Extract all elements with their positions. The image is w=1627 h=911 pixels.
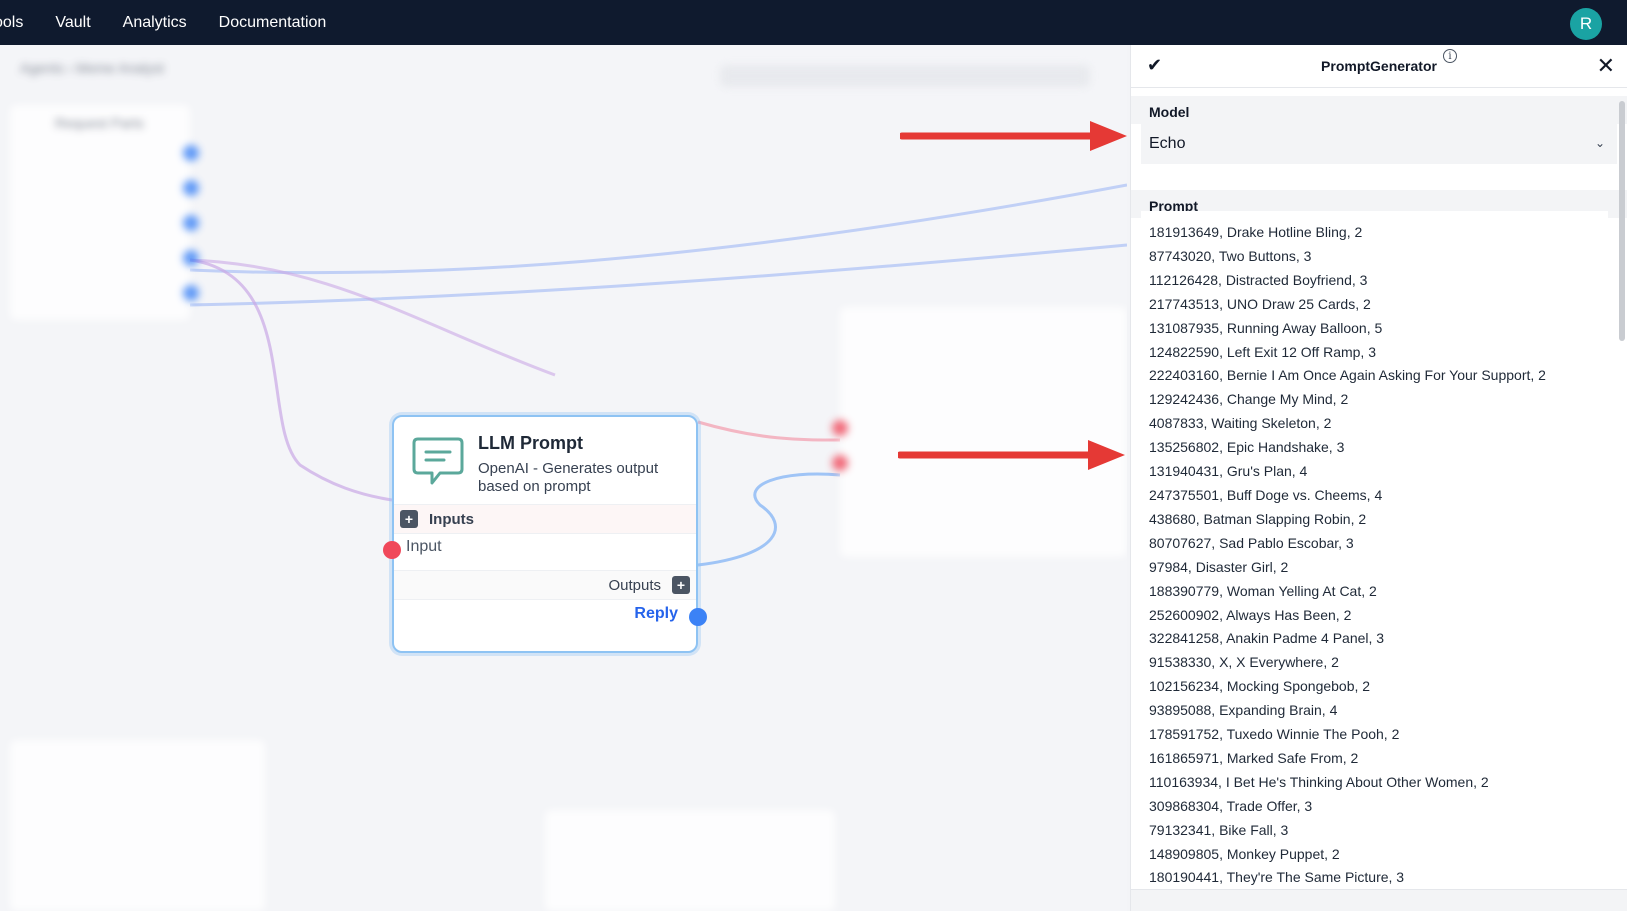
output-port-label: Reply xyxy=(634,605,678,622)
prompt-line: 252600902, Always Has Been, 2 xyxy=(1149,606,1352,623)
outputs-section: Outputs + xyxy=(394,570,696,600)
prompt-line: 93895088, Expanding Brain, 4 xyxy=(1149,702,1338,719)
llm-prompt-node[interactable]: LLM Prompt OpenAI - Generates output bas… xyxy=(383,415,707,653)
toolbar-blurred xyxy=(720,65,1090,87)
reply-port[interactable] xyxy=(689,608,707,626)
prompt-line: 110163934, I Bet He's Thinking About Oth… xyxy=(1149,773,1489,790)
prompt-line: 102156234, Mocking Spongebob, 2 xyxy=(1149,678,1371,695)
port-dot xyxy=(183,180,199,196)
prompt-line: 161865971, Marked Safe From, 2 xyxy=(1149,749,1359,766)
request-parts-blurred: Request Parts xyxy=(55,115,144,131)
prompt-line: 247375501, Buff Doge vs. Cheems, 4 xyxy=(1149,486,1383,503)
model-value: Echo xyxy=(1149,135,1186,152)
node-description: OpenAI - Generates output based on promp… xyxy=(478,460,659,495)
nav-item-analytics[interactable]: Analytics xyxy=(123,14,187,32)
chevron-down-icon: ⌄ xyxy=(1594,136,1605,150)
prompt-line: 124822590, Left Exit 12 Off Ramp, 3 xyxy=(1149,343,1377,360)
prompt-line: 79132341, Bike Fall, 3 xyxy=(1149,821,1289,838)
model-select[interactable]: Echo ⌄ xyxy=(1141,124,1617,164)
flow-canvas[interactable]: Agents › Meme Analyst Request Parts LLM … xyxy=(0,45,1127,911)
prompt-line: 217743513, UNO Draw 25 Cards, 2 xyxy=(1149,295,1371,312)
panel-header: ✔ PromptGenerator i ✕ xyxy=(1131,45,1627,88)
port-dot xyxy=(183,285,199,301)
api-endpoint-node-blurred xyxy=(10,740,265,911)
api-call-node-blurred xyxy=(545,810,835,911)
prompt-line: 135256802, Epic Handshake, 3 xyxy=(1149,439,1345,456)
prompt-line: 4087833, Waiting Skeleton, 2 xyxy=(1149,415,1332,432)
prompt-line: 131087935, Running Away Balloon, 5 xyxy=(1149,319,1383,336)
check-icon[interactable]: ✔ xyxy=(1147,55,1162,76)
outputs-label: Outputs xyxy=(608,576,661,594)
close-icon[interactable]: ✕ xyxy=(1597,53,1615,79)
port-dot xyxy=(832,455,848,471)
panel-footer xyxy=(1131,889,1627,911)
annotation-arrow xyxy=(898,440,1125,470)
prompt-line: 322841258, Anakin Padme 4 Panel, 3 xyxy=(1149,630,1385,647)
inputs-label: Inputs xyxy=(429,510,474,528)
prompt-line: 181913649, Drake Hotline Bling, 2 xyxy=(1149,224,1363,240)
prompt-line: 180190441, They're The Same Picture, 3 xyxy=(1149,869,1405,886)
input-port-label: Input xyxy=(406,538,442,555)
prompt-line: 178591752, Tuxedo Winnie The Pooh, 2 xyxy=(1149,726,1400,743)
prompt-line: 87743020, Two Buttons, 3 xyxy=(1149,247,1312,264)
nav-item-vault[interactable]: Vault xyxy=(55,14,90,32)
prompt-line: 148909805, Monkey Puppet, 2 xyxy=(1149,845,1340,862)
breadcrumb-blurred: Agents › Meme Analyst xyxy=(20,60,164,76)
annotation-arrow xyxy=(900,121,1127,151)
scrollbar[interactable] xyxy=(1619,101,1625,341)
chat-icon xyxy=(412,437,464,485)
prompt-line: 438680, Batman Slapping Robin, 2 xyxy=(1149,510,1367,527)
prompt-line: 112126428, Distracted Boyfriend, 3 xyxy=(1149,271,1368,288)
add-output-button[interactable]: + xyxy=(672,576,690,594)
avatar[interactable]: R xyxy=(1570,8,1602,40)
port-dot xyxy=(832,420,848,436)
prompt-line: 131940431, Gru's Plan, 4 xyxy=(1149,463,1308,480)
model-label: Model xyxy=(1149,104,1190,120)
prompt-line: 188390779, Woman Yelling At Cat, 2 xyxy=(1149,582,1377,599)
panel-title: PromptGenerator xyxy=(1321,58,1437,74)
inputs-section: + Inputs xyxy=(394,504,696,534)
llm-prompt-node-blurred xyxy=(840,307,1127,557)
port-dot xyxy=(183,250,199,266)
prompt-line: 129242436, Change My Mind, 2 xyxy=(1149,391,1349,408)
prompt-line: 222403160, Bernie I Am Once Again Asking… xyxy=(1149,367,1546,384)
input-port[interactable] xyxy=(383,541,401,559)
nav-list: ools Vault Analytics Documentation xyxy=(0,14,358,32)
prompt-line: 91538330, X, X Everywhere, 2 xyxy=(1149,654,1339,671)
port-dot xyxy=(183,145,199,161)
add-input-button[interactable]: + xyxy=(400,510,418,528)
prompt-line: 309868304, Trade Offer, 3 xyxy=(1149,797,1313,814)
prompt-textarea[interactable]: 181913649, Drake Hotline Bling, 2 8774302… xyxy=(1141,211,1608,899)
node-title: LLM Prompt xyxy=(478,433,583,453)
prompt-line: 97984, Disaster Girl, 2 xyxy=(1149,558,1289,575)
info-icon[interactable]: i xyxy=(1443,49,1457,63)
prompt-line: 80707627, Sad Pablo Escobar, 3 xyxy=(1149,534,1354,551)
top-nav: ools Vault Analytics Documentation R xyxy=(0,0,1627,45)
model-label-bar: Model xyxy=(1131,96,1627,124)
request-parts-panel xyxy=(10,105,190,320)
prompt-generator-panel: ✔ PromptGenerator i ✕ Model Echo ⌄ Promp… xyxy=(1130,45,1627,911)
nav-item-documentation[interactable]: Documentation xyxy=(219,14,327,32)
nav-item-tools[interactable]: ools xyxy=(0,14,23,32)
port-dot xyxy=(183,215,199,231)
